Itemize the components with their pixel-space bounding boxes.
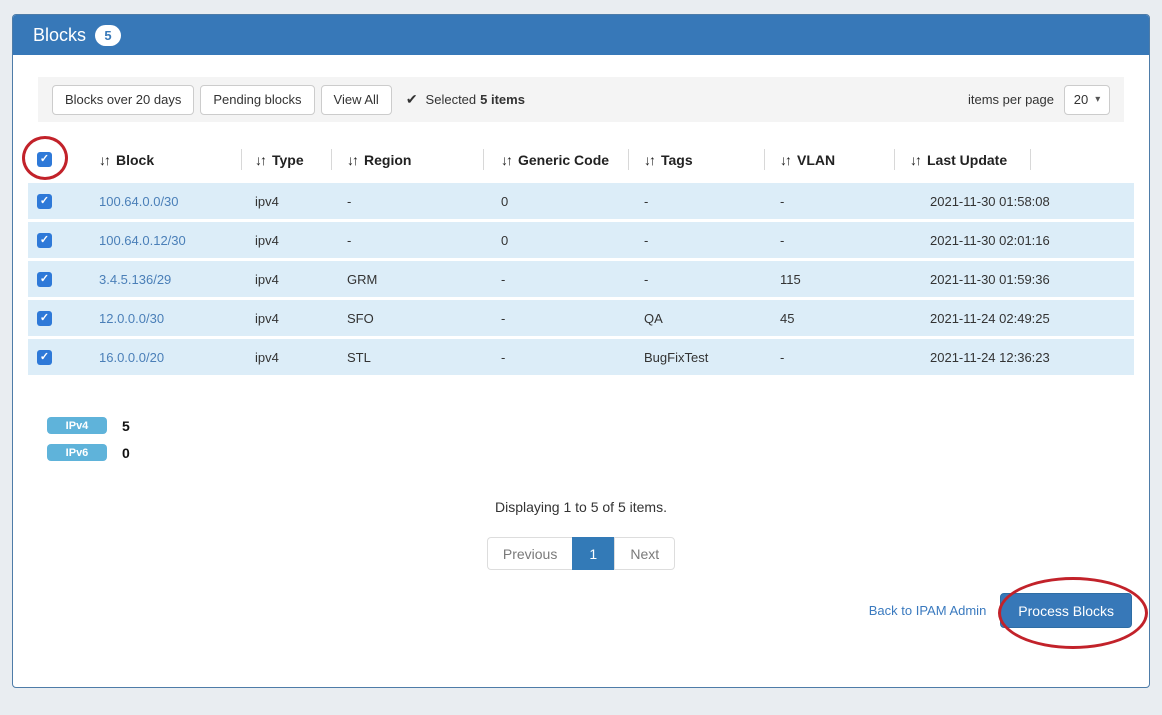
generic-code-cell: - [483,311,628,326]
generic-code-cell: 0 [483,194,628,209]
region-cell: - [331,233,483,248]
ipv6-count: 0 [122,445,130,461]
type-cell: ipv4 [241,311,331,326]
column-header-tags[interactable]: ↓↑ Tags [628,136,764,183]
generic-code-cell: - [483,350,628,365]
last-update-cell: 2021-11-24 02:49:25 [894,311,1071,326]
region-cell: - [331,194,483,209]
type-cell: ipv4 [241,272,331,287]
block-link[interactable]: 3.4.5.136/29 [99,272,171,287]
type-cell: ipv4 [241,350,331,365]
sort-icon[interactable]: ↓↑ [910,152,920,168]
panel-footer: Back to IPAM Admin Process Blocks [13,593,1149,628]
ipv6-badge: IPv6 [47,444,107,461]
table-row: ✓ 12.0.0.0/30 ipv4 SFO - QA 45 2021-11-2… [28,300,1134,336]
sort-icon[interactable]: ↓↑ [347,152,357,168]
column-header-last-update[interactable]: ↓↑ Last Update [894,136,1071,183]
row-checkbox[interactable]: ✓ [37,350,52,365]
ipv4-badge: IPv4 [47,417,107,434]
vlan-cell: - [764,233,894,248]
vlan-cell: - [764,350,894,365]
view-all-button[interactable]: View All [321,85,392,115]
select-all-checkbox[interactable]: ✓ [37,152,52,167]
block-link[interactable]: 12.0.0.0/30 [99,311,164,326]
check-icon: ✔ [406,91,418,108]
previous-page-button[interactable]: Previous [487,537,572,570]
tags-cell: - [628,233,764,248]
row-checkbox[interactable]: ✓ [37,233,52,248]
next-page-button[interactable]: Next [614,537,675,570]
ip-type-summary: IPv4 5 IPv6 0 [47,417,1149,461]
column-header-type[interactable]: ↓↑ Type [241,136,331,183]
displaying-items-text: Displaying 1 to 5 of 5 items. [13,499,1149,515]
selected-items-status: ✔ Selected 5 items [406,91,525,108]
sort-icon[interactable]: ↓↑ [644,152,654,168]
process-blocks-button[interactable]: Process Blocks [1000,593,1132,628]
tags-cell: BugFixTest [628,350,764,365]
ipv4-count: 5 [122,418,130,434]
column-header-vlan[interactable]: ↓↑ VLAN [764,136,894,183]
page-1-button[interactable]: 1 [572,537,614,570]
vlan-cell: 45 [764,311,894,326]
region-cell: SFO [331,311,483,326]
row-checkbox[interactable]: ✓ [37,311,52,326]
column-header-region[interactable]: ↓↑ Region [331,136,483,183]
page-title: Blocks [33,25,86,46]
table-row: ✓ 3.4.5.136/29 ipv4 GRM - - 115 2021-11-… [28,261,1134,297]
column-header-block[interactable]: ↓↑ Block [91,136,241,183]
type-cell: ipv4 [241,233,331,248]
selected-label: Selected [426,92,477,107]
blocks-panel: Blocks 5 Blocks over 20 days Pending blo… [12,14,1150,688]
table-row: ✓ 100.64.0.12/30 ipv4 - 0 - - 2021-11-30… [28,222,1134,258]
toolbar: Blocks over 20 days Pending blocks View … [38,77,1124,122]
table-header-row: ✓ ↓↑ Block ↓↑ Type ↓↑ Region ↓↑ Generic … [28,136,1134,183]
row-checkbox[interactable]: ✓ [37,272,52,287]
sort-icon[interactable]: ↓↑ [255,152,265,168]
blocks-over-20-days-button[interactable]: Blocks over 20 days [52,85,194,115]
vlan-cell: - [764,194,894,209]
vlan-cell: 115 [764,272,894,287]
column-header-generic-code[interactable]: ↓↑ Generic Code [483,136,628,183]
generic-code-cell: 0 [483,233,628,248]
type-cell: ipv4 [241,194,331,209]
block-link[interactable]: 100.64.0.0/30 [99,194,179,209]
items-per-page-label: items per page [968,92,1054,107]
region-cell: GRM [331,272,483,287]
back-to-ipam-admin-link[interactable]: Back to IPAM Admin [869,603,987,618]
tags-cell: - [628,272,764,287]
items-per-page-value: 20 [1074,92,1088,107]
last-update-cell: 2021-11-24 12:36:23 [894,350,1071,365]
tags-cell: QA [628,311,764,326]
block-link[interactable]: 100.64.0.12/30 [99,233,186,248]
sort-icon[interactable]: ↓↑ [780,152,790,168]
items-per-page-select[interactable]: 20 ▾ [1064,85,1110,115]
chevron-down-icon: ▾ [1095,94,1100,105]
tags-cell: - [628,194,764,209]
sort-icon[interactable]: ↓↑ [501,152,511,168]
pending-blocks-button[interactable]: Pending blocks [200,85,314,115]
last-update-cell: 2021-11-30 02:01:16 [894,233,1071,248]
blocks-table: ✓ ↓↑ Block ↓↑ Type ↓↑ Region ↓↑ Generic … [28,136,1134,375]
blocks-count-badge: 5 [95,25,121,46]
region-cell: STL [331,350,483,365]
table-row: ✓ 100.64.0.0/30 ipv4 - 0 - - 2021-11-30 … [28,183,1134,219]
sort-icon[interactable]: ↓↑ [99,152,109,168]
selected-count: 5 items [480,92,525,107]
panel-header: Blocks 5 [13,15,1149,55]
last-update-cell: 2021-11-30 01:58:08 [894,194,1071,209]
last-update-cell: 2021-11-30 01:59:36 [894,272,1071,287]
row-checkbox[interactable]: ✓ [37,194,52,209]
generic-code-cell: - [483,272,628,287]
block-link[interactable]: 16.0.0.0/20 [99,350,164,365]
pagination: Previous 1 Next [13,537,1149,570]
table-row: ✓ 16.0.0.0/20 ipv4 STL - BugFixTest - 20… [28,339,1134,375]
